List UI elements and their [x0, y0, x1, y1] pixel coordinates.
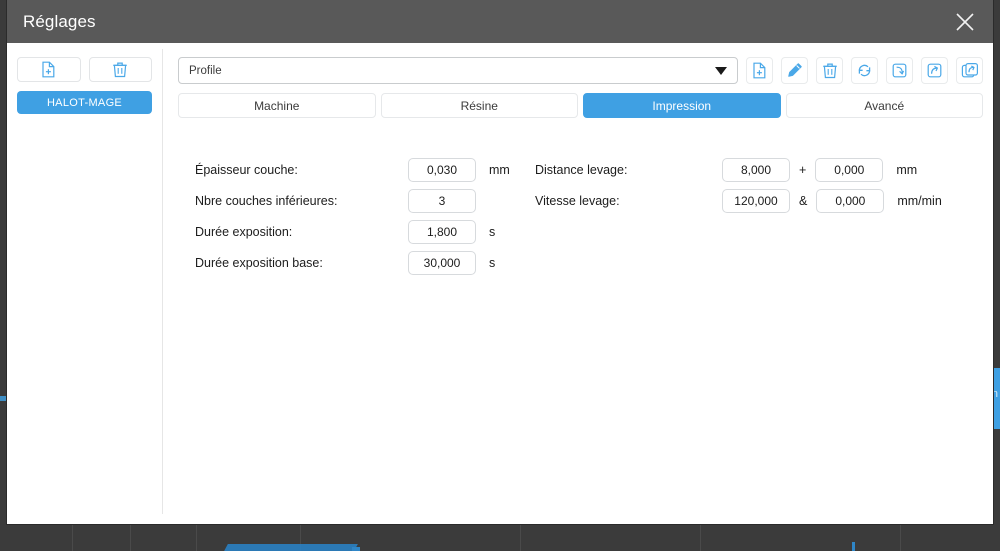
file-add-icon [42, 61, 55, 78]
tab-label: Résine [460, 98, 498, 113]
exposure-time-input[interactable] [408, 220, 476, 244]
export-arrow-icon [927, 63, 942, 78]
bottom-layers-label: Nbre couches inférieures: [195, 194, 338, 208]
import-arrow-icon [892, 63, 907, 78]
field-row-lift-speed: Vitesse levage: & mm/min [535, 186, 983, 216]
lift-speed-separator: & [799, 194, 808, 208]
lift-speed-unit: mm/min [897, 194, 942, 208]
main-panel: Profile Machine Résine Impression Avancé… [162, 43, 993, 524]
close-button[interactable] [937, 0, 993, 43]
field-row-bottom-layers: Nbre couches inférieures: [195, 186, 535, 216]
dialog-titlebar: Réglages [7, 0, 993, 43]
tab-label: Impression [652, 98, 712, 113]
profile-select-value: Profile [189, 64, 222, 77]
layer-thickness-label: Épaisseur couche: [195, 163, 298, 177]
dialog-body: HALOT-MAGE Profile Machine Résine Impres… [7, 43, 993, 524]
profile-row: Profile [178, 57, 983, 84]
close-icon [956, 12, 974, 31]
sidebar-divider [162, 49, 163, 514]
bottom-layers-input[interactable] [408, 189, 476, 213]
add-machine-button[interactable] [17, 57, 81, 82]
background-bottom-separator [700, 525, 701, 551]
lift-distance-input-1[interactable] [722, 158, 790, 182]
delete-profile-button[interactable] [816, 57, 843, 84]
sidebar-item-halot-mage[interactable]: HALOT-MAGE [17, 91, 152, 114]
export-profile-button[interactable] [921, 57, 948, 84]
tab-avance[interactable]: Avancé [785, 93, 983, 118]
edit-profile-button[interactable] [781, 57, 808, 84]
background-bottom-accent [224, 544, 358, 551]
reset-profile-button[interactable] [851, 57, 878, 84]
settings-tabs: Machine Résine Impression Avancé [178, 93, 983, 118]
impression-settings-form: Épaisseur couche: mm Nbre couches inféri… [178, 118, 983, 279]
lift-distance-input-2[interactable] [815, 158, 884, 182]
background-bottom-bar [0, 525, 1000, 551]
field-row-bottom-exposure-time: Durée exposition base: s [195, 248, 535, 278]
tab-label: Avancé [864, 98, 905, 113]
lift-distance-unit: mm [896, 163, 918, 177]
trash-icon [822, 63, 837, 79]
form-column-left: Épaisseur couche: mm Nbre couches inféri… [195, 155, 535, 279]
lift-speed-input-2[interactable] [816, 189, 885, 213]
bottom-exposure-time-unit: s [489, 256, 496, 270]
pencil-icon [788, 63, 802, 77]
machine-toolbar [17, 57, 152, 82]
lift-distance-label: Distance levage: [535, 163, 628, 177]
machine-item-label: HALOT-MAGE [46, 96, 123, 109]
profile-select[interactable]: Profile [178, 57, 738, 84]
lift-speed-input-1[interactable] [722, 189, 790, 213]
field-row-layer-thickness: Épaisseur couche: mm [195, 155, 535, 185]
machine-sidebar: HALOT-MAGE [7, 43, 162, 524]
tab-machine[interactable]: Machine [178, 93, 376, 118]
refresh-icon [858, 64, 871, 77]
settings-dialog: Réglages HALOT-MAGE Profile Machine Rési… [6, 0, 994, 525]
field-row-exposure-time: Durée exposition: s [195, 217, 535, 247]
bottom-exposure-time-input[interactable] [408, 251, 476, 275]
background-bottom-separator [130, 525, 131, 551]
trash-icon [113, 62, 128, 78]
tab-resine[interactable]: Résine [380, 93, 578, 118]
background-bottom-separator [520, 525, 521, 551]
background-bottom-accent [352, 547, 360, 551]
file-add-icon [753, 62, 766, 79]
tab-label: Machine [254, 98, 300, 113]
duplicate-profile-button[interactable] [956, 57, 983, 84]
copy-export-icon [961, 63, 978, 78]
layer-thickness-unit: mm [489, 163, 510, 177]
lift-distance-separator: + [799, 163, 807, 177]
chevron-down-icon [715, 66, 727, 75]
exposure-time-label: Durée exposition: [195, 225, 293, 239]
delete-machine-button[interactable] [88, 57, 152, 82]
tab-impression[interactable]: Impression [583, 93, 781, 118]
form-column-right: Distance levage: + mm Vitesse levage: & … [535, 155, 983, 279]
background-bottom-separator [196, 525, 197, 551]
background-bottom-separator [900, 525, 901, 551]
exposure-time-unit: s [489, 225, 496, 239]
layer-thickness-input[interactable] [408, 158, 476, 182]
background-bottom-separator [72, 525, 73, 551]
new-profile-button[interactable] [746, 57, 773, 84]
background-bottom-accent [852, 542, 855, 551]
bottom-exposure-time-label: Durée exposition base: [195, 256, 323, 270]
import-profile-button[interactable] [886, 57, 913, 84]
field-row-lift-distance: Distance levage: + mm [535, 155, 983, 185]
dialog-title: Réglages [23, 11, 96, 31]
lift-speed-label: Vitesse levage: [535, 194, 620, 208]
